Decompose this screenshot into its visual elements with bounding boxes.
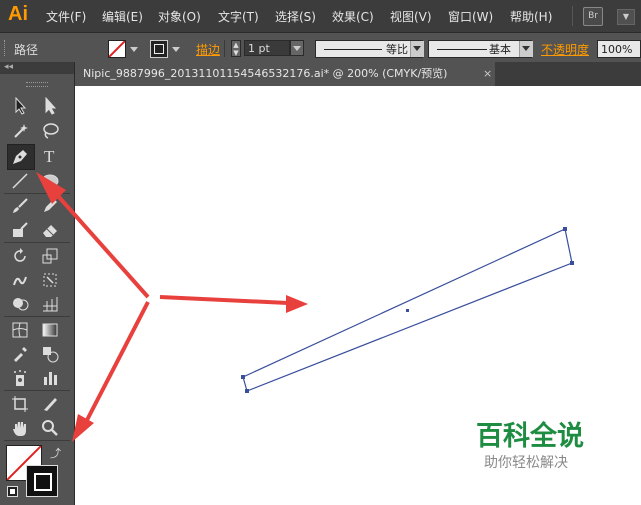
arrow-to-canvas [159, 295, 289, 305]
watermark-subtitle: 助你轻松解决 [484, 455, 568, 471]
watermark-title: 百科全说 [476, 421, 584, 452]
arrowhead [286, 295, 308, 313]
anchor-point [570, 261, 574, 265]
anchor-point [245, 389, 249, 393]
arrow-to-line-tool [56, 194, 150, 299]
arrow-to-fill-box [84, 301, 150, 423]
annotation-arrows [36, 172, 308, 442]
anchor-point [563, 227, 567, 231]
arrowhead [72, 414, 94, 442]
center-point [406, 309, 409, 312]
anchor-point [241, 375, 245, 379]
